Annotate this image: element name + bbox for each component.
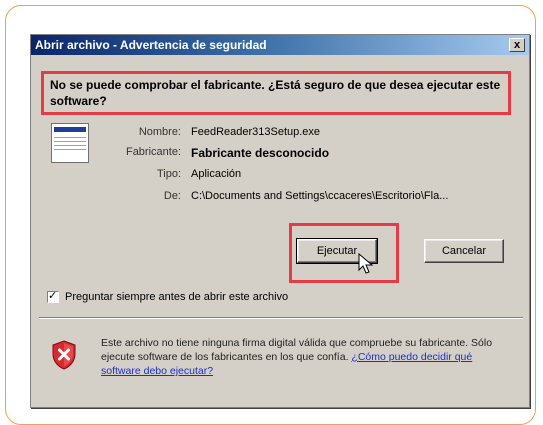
window-title: Abrir archivo - Advertencia de seguridad bbox=[35, 38, 267, 52]
publisher-value: Fabricante desconocido bbox=[191, 146, 330, 160]
cancel-button[interactable]: Cancelar bbox=[424, 239, 504, 263]
from-label: De: bbox=[163, 190, 181, 202]
warning-question: No se puede comprobar el fabricante. ¿Es… bbox=[41, 71, 511, 115]
detail-row-publisher: Fabricante: Fabricante desconocido bbox=[101, 146, 461, 162]
mouse-pointer-icon bbox=[358, 253, 374, 274]
type-value: Aplicación bbox=[191, 168, 242, 180]
security-warning-dialog: Abrir archivo - Advertencia de seguridad… bbox=[30, 34, 530, 408]
checkmark-icon: ✓ bbox=[48, 290, 58, 303]
always-ask-checkbox[interactable]: ✓ bbox=[47, 290, 59, 304]
divider bbox=[39, 317, 523, 319]
detail-row-from: De: C:\Documents and Settings\ccaceres\E… bbox=[101, 190, 521, 204]
close-button[interactable]: x bbox=[509, 38, 525, 52]
info-message: Este archivo no tiene ninguna firma digi… bbox=[101, 336, 511, 378]
name-value: FeedReader313Setup.exe bbox=[191, 126, 321, 138]
from-value: C:\Documents and Settings\ccaceres\Escri… bbox=[191, 190, 449, 202]
title-bar: Abrir archivo - Advertencia de seguridad bbox=[31, 35, 529, 55]
always-ask-label: Preguntar siempre antes de abrir este ar… bbox=[65, 291, 289, 303]
always-ask-option[interactable]: ✓ Preguntar siempre antes de abrir este a… bbox=[47, 290, 289, 304]
detail-row-name: Nombre: FeedReader313Setup.exe bbox=[101, 126, 461, 140]
warning-text: No se puede comprobar el fabricante. ¿Es… bbox=[50, 78, 501, 108]
type-label: Tipo: bbox=[156, 168, 181, 180]
shield-warning-icon bbox=[52, 340, 76, 370]
file-icon bbox=[51, 123, 89, 163]
publisher-label: Fabricante: bbox=[125, 146, 181, 158]
detail-row-type: Tipo: Aplicación bbox=[101, 168, 461, 182]
name-label: Nombre: bbox=[138, 126, 181, 138]
